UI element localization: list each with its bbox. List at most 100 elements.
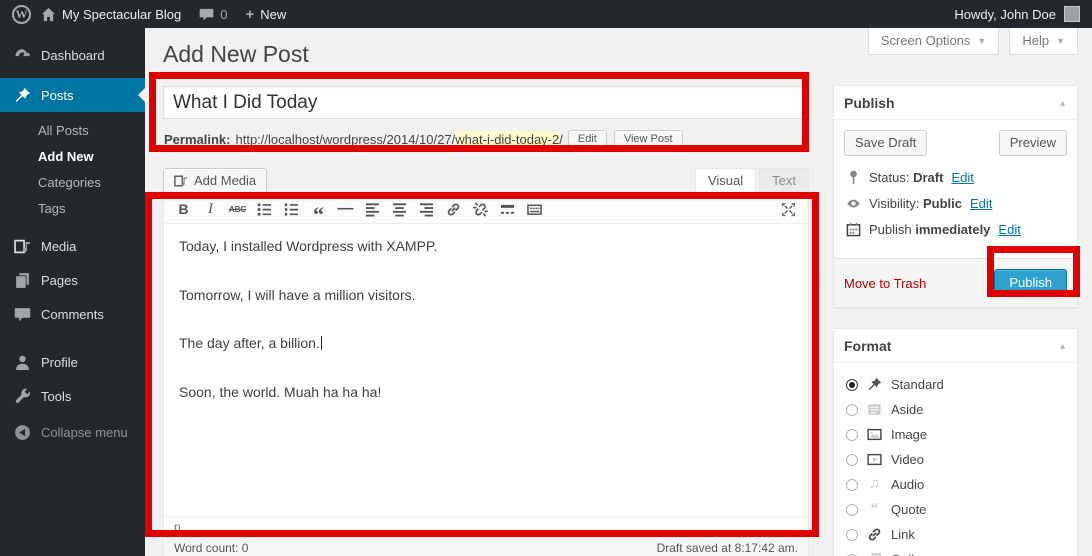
publish-box-body: Save Draft Preview Status: Draft Edit Vi… xyxy=(834,120,1077,258)
new-label: New xyxy=(260,7,286,22)
sidebar-item-pages[interactable]: Pages xyxy=(0,263,145,297)
sidebar-item-add-new[interactable]: Add New xyxy=(0,143,145,169)
publish-button[interactable]: Publish xyxy=(994,269,1067,297)
bulleted-list-button[interactable] xyxy=(251,197,278,221)
format-option-quote[interactable]: “ Quote xyxy=(846,497,1065,522)
bulleted-list-icon xyxy=(257,202,272,217)
edit-schedule-link[interactable]: Edit xyxy=(998,222,1020,237)
editor-path-bar: p xyxy=(164,516,808,537)
horizontal-rule-button[interactable]: — xyxy=(332,197,359,221)
align-left-button[interactable] xyxy=(359,197,386,221)
gauge-icon xyxy=(14,47,31,64)
format-option-audio[interactable]: ♫ Audio xyxy=(846,472,1065,497)
admin-toolbar: W My Spectacular Blog 0 + New Howdy, Joh… xyxy=(0,0,1092,28)
help-button[interactable]: Help ▼ xyxy=(1009,28,1078,55)
wordpress-add-new-post-screen: W My Spectacular Blog 0 + New Howdy, Joh… xyxy=(0,0,1092,556)
editor-content-area[interactable]: Today, I installed Wordpress with XAMPP.… xyxy=(164,224,808,516)
element-path[interactable]: p xyxy=(174,520,181,534)
radio-unselected[interactable] xyxy=(846,429,858,441)
sidebar-item-categories[interactable]: Categories xyxy=(0,169,145,195)
strikethrough-button[interactable]: ABC xyxy=(224,197,251,221)
format-option-link[interactable]: Link xyxy=(846,522,1065,547)
media-icon xyxy=(174,174,188,188)
view-post-button[interactable]: View Post xyxy=(614,130,683,148)
audio-note-icon: ♫ xyxy=(867,476,882,493)
format-box-header[interactable]: Format ▲ xyxy=(834,329,1077,363)
format-option-image[interactable]: Image xyxy=(846,422,1065,447)
tab-text[interactable]: Text xyxy=(759,168,809,194)
comments-toolbar-link[interactable]: 0 xyxy=(199,7,227,22)
fullscreen-icon xyxy=(781,202,796,217)
screen-options-button[interactable]: Screen Options ▼ xyxy=(868,28,1000,55)
user-avatar[interactable] xyxy=(1064,6,1080,22)
remove-link-button[interactable] xyxy=(467,197,494,221)
comments-count: 0 xyxy=(220,7,227,22)
radio-selected[interactable] xyxy=(846,379,858,391)
pushpin-icon xyxy=(14,87,31,104)
format-option-video[interactable]: Video xyxy=(846,447,1065,472)
admin-sidebar-menu: Dashboard Posts All Posts Add New Catego… xyxy=(0,28,145,556)
edit-status-link[interactable]: Edit xyxy=(951,170,973,185)
unlink-icon xyxy=(473,202,488,217)
screen-meta-tabs: Screen Options ▼ Help ▼ xyxy=(868,28,1078,55)
italic-button[interactable]: I xyxy=(197,197,224,221)
edit-visibility-link[interactable]: Edit xyxy=(970,196,992,211)
move-to-trash-link[interactable]: Move to Trash xyxy=(844,276,926,291)
align-right-button[interactable] xyxy=(413,197,440,221)
toolbar-toggle-icon xyxy=(527,202,542,217)
post-title-input[interactable] xyxy=(163,86,809,119)
publish-box-header[interactable]: Publish ▲ xyxy=(834,86,1077,120)
editor-paragraph: Tomorrow, I will have a million visitors… xyxy=(179,286,793,306)
tab-visual[interactable]: Visual xyxy=(695,168,756,194)
visual-editor: B I ABC “ — Today, I xyxy=(163,194,809,538)
align-center-button[interactable] xyxy=(386,197,413,221)
save-draft-button[interactable]: Save Draft xyxy=(844,130,927,156)
radio-unselected[interactable] xyxy=(846,404,858,416)
radio-unselected[interactable] xyxy=(846,454,858,466)
sidebar-item-media[interactable]: Media xyxy=(0,229,145,263)
format-option-aside[interactable]: Aside xyxy=(846,397,1065,422)
sidebar-item-collapse-menu[interactable]: Collapse menu xyxy=(0,415,145,449)
format-box-body: Standard Aside Image xyxy=(834,363,1077,556)
edit-permalink-button[interactable]: Edit xyxy=(568,130,607,148)
preview-button[interactable]: Preview xyxy=(999,130,1067,156)
caret-up-icon[interactable]: ▲ xyxy=(1058,341,1067,351)
media-icon xyxy=(14,238,31,255)
insert-more-tag-button[interactable] xyxy=(494,197,521,221)
draft-saved-status: Draft saved at 8:17:42 am. xyxy=(657,541,798,555)
sidebar-item-posts[interactable]: Posts xyxy=(0,78,145,112)
home-icon xyxy=(41,7,56,22)
insert-link-button[interactable] xyxy=(440,197,467,221)
toolbar-toggle-button[interactable] xyxy=(521,197,548,221)
radio-unselected[interactable] xyxy=(846,504,858,516)
format-option-standard[interactable]: Standard xyxy=(846,372,1065,397)
new-content-link[interactable]: + New xyxy=(245,7,286,22)
howdy-user-link[interactable]: Howdy, John Doe xyxy=(954,7,1056,22)
site-link[interactable]: My Spectacular Blog xyxy=(41,7,181,22)
editor-sidebar: Publish ▲ Save Draft Preview Status: Dra… xyxy=(833,85,1078,556)
editor-mode-tabs: Visual Text xyxy=(695,168,809,194)
link-icon xyxy=(446,202,461,217)
radio-unselected[interactable] xyxy=(846,479,858,491)
sidebar-item-dashboard[interactable]: Dashboard xyxy=(0,38,145,72)
permalink-slug[interactable]: what-i-did-today-2 xyxy=(455,131,559,148)
numbered-list-button[interactable] xyxy=(278,197,305,221)
align-right-icon xyxy=(419,202,434,217)
sidebar-item-tags[interactable]: Tags xyxy=(0,195,145,221)
active-menu-pointer xyxy=(131,88,145,102)
sidebar-item-comments[interactable]: Comments xyxy=(0,297,145,331)
sidebar-item-all-posts[interactable]: All Posts xyxy=(0,117,145,143)
sidebar-item-profile[interactable]: Profile xyxy=(0,345,145,379)
sidebar-item-tools[interactable]: Tools xyxy=(0,379,145,413)
radio-unselected[interactable] xyxy=(846,529,858,541)
blockquote-button[interactable]: “ xyxy=(305,197,332,221)
schedule-row: Publish immediately Edit xyxy=(846,222,1067,237)
fullscreen-button[interactable] xyxy=(775,197,802,221)
format-option-gallery[interactable]: Gallery xyxy=(846,547,1065,556)
caret-up-icon[interactable]: ▲ xyxy=(1058,98,1067,108)
bold-button[interactable]: B xyxy=(170,197,197,221)
comment-bubble-icon xyxy=(199,7,214,22)
wordpress-logo-icon[interactable]: W xyxy=(12,5,31,24)
main-content-area: Screen Options ▼ Help ▼ Add New Post Per… xyxy=(145,28,1092,556)
add-media-button[interactable]: Add Media xyxy=(163,168,267,194)
